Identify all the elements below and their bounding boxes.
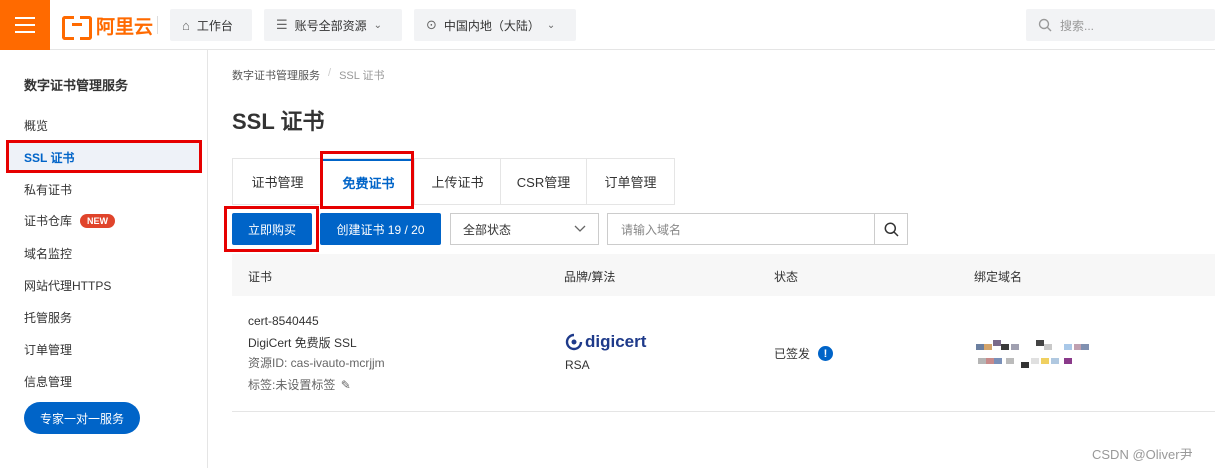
aliyun-logo-mark-icon — [62, 16, 92, 40]
sidebar-item-https-proxy[interactable]: 网站代理HTTPS — [24, 277, 111, 294]
domain-search-button[interactable] — [874, 213, 908, 245]
brand-name-label: digicert — [585, 332, 647, 351]
aliyun-logo[interactable]: 阿里云 — [62, 13, 154, 40]
bound-domain-redacted — [976, 340, 1091, 370]
chevron-down-icon — [574, 225, 586, 232]
sidebar-item-private-cert[interactable]: 私有证书 — [24, 181, 72, 198]
status-text: 已签发 — [774, 347, 811, 361]
workbench-button[interactable]: ⌂ 工作台 — [170, 9, 252, 41]
domain-search-input[interactable]: 请输入域名 — [607, 213, 875, 245]
resource-id: 资源ID: cas-ivauto-mcrjjm — [248, 356, 385, 370]
new-badge: NEW — [80, 213, 116, 228]
breadcrumb: 数字证书管理服务 / SSL 证书 — [232, 67, 385, 83]
search-icon — [1038, 18, 1052, 32]
cert-type: DigiCert 免费版 SSL — [248, 336, 357, 350]
workbench-label: 工作台 — [196, 18, 233, 33]
sidebar-item-overview[interactable]: 概览 — [24, 117, 48, 134]
tab-order-management[interactable]: 订单管理 — [586, 158, 675, 205]
status-filter-select[interactable]: 全部状态 — [450, 213, 599, 245]
menu-icon[interactable] — [0, 0, 50, 50]
chevron-down-icon: ⌄ — [373, 19, 383, 31]
table-row: cert-8540445 DigiCert 免费版 SSL 资源ID: cas-… — [232, 296, 1215, 412]
sidebar-item-label: 托管服务 — [24, 311, 73, 325]
sidebar: 数字证书管理服务 概览 SSL 证书 私有证书 证书仓库 NEW 域名监控 网站… — [0, 50, 208, 468]
cert-tags-label: 标签:未设置标签 — [248, 378, 336, 392]
sidebar-item-label: 订单管理 — [24, 343, 73, 357]
sidebar-item-label: 证书仓库 — [24, 214, 73, 228]
algorithm: RSA — [565, 358, 590, 372]
sidebar-item-label: 私有证书 — [24, 183, 73, 197]
resource-label: 账号全部资源 — [294, 18, 367, 33]
tab-upload-cert[interactable]: 上传证书 — [414, 158, 500, 205]
chevron-down-icon: ⌄ — [546, 19, 556, 31]
sidebar-item-info[interactable]: 信息管理 — [24, 373, 72, 390]
status-cell: 已签发 ! — [774, 345, 834, 362]
expert-service-button[interactable]: 专家一对一服务 — [24, 402, 140, 434]
region-label: 中国内地（大陆） — [443, 18, 540, 33]
table-header: 证书 品牌/算法 状态 绑定域名 — [232, 254, 1215, 296]
search-icon — [884, 222, 899, 237]
breadcrumb-root[interactable]: 数字证书管理服务 — [232, 67, 320, 83]
sidebar-item-label: 域名监控 — [24, 247, 73, 261]
global-search-input[interactable]: 搜索... — [1026, 9, 1215, 41]
sidebar-item-label: 网站代理HTTPS — [24, 279, 112, 293]
sidebar-item-orders[interactable]: 订单管理 — [24, 341, 72, 358]
sidebar-item-label: 信息管理 — [24, 375, 73, 389]
logo-divider — [157, 16, 158, 34]
domain-search-placeholder: 请输入域名 — [621, 222, 682, 237]
edit-icon[interactable]: ✎ — [341, 378, 351, 392]
tab-bar: 证书管理 免费证书 上传证书 CSR管理 订单管理 — [232, 158, 675, 205]
watermark: CSDN @Oliver尹 — [1092, 447, 1193, 462]
breadcrumb-separator: / — [328, 67, 332, 79]
resource-scope-select[interactable]: ☰ 账号全部资源 ⌄ — [264, 9, 402, 41]
sidebar-item-cert-repository[interactable]: 证书仓库 NEW — [24, 212, 116, 229]
cert-name[interactable]: cert-8540445 — [248, 314, 319, 328]
cert-tags[interactable]: 标签:未设置标签 ✎ — [248, 376, 351, 393]
column-header-cert: 证书 — [248, 270, 273, 284]
column-header-brand: 品牌/算法 — [564, 270, 616, 284]
digicert-logo: digicert — [565, 332, 646, 352]
region-select[interactable]: ⊙ 中国内地（大陆） ⌄ — [414, 9, 576, 41]
sidebar-item-label: 概览 — [24, 119, 49, 133]
home-icon: ⌂ — [182, 17, 190, 33]
breadcrumb-current: SSL 证书 — [339, 70, 385, 82]
status-filter-value: 全部状态 — [463, 222, 512, 237]
column-header-domain: 绑定域名 — [974, 270, 1023, 284]
sidebar-item-ssl-cert[interactable]: SSL 证书 — [24, 149, 74, 166]
info-icon[interactable]: ! — [818, 346, 834, 361]
sidebar-title: 数字证书管理服务 — [24, 78, 129, 93]
buy-now-button[interactable]: 立即购买 — [232, 213, 312, 245]
tab-csr-management[interactable]: CSR管理 — [500, 158, 586, 205]
brand-name: 阿里云 — [96, 16, 154, 38]
page-title: SSL 证书 — [232, 109, 325, 134]
global-search-placeholder: 搜索... — [1060, 18, 1095, 33]
list-icon: ☰ — [276, 17, 288, 32]
digicert-mark-icon — [565, 333, 583, 351]
top-bar: 阿里云 ⌂ 工作台 ☰ 账号全部资源 ⌄ ⊙ 中国内地（大陆） ⌄ 搜索... — [0, 0, 1215, 50]
sidebar-item-domain-monitor[interactable]: 域名监控 — [24, 245, 72, 262]
sidebar-item-label: SSL 证书 — [24, 151, 75, 165]
sidebar-item-hosting[interactable]: 托管服务 — [24, 309, 72, 326]
column-header-status: 状态 — [774, 270, 799, 284]
tab-free-cert[interactable]: 免费证书 — [322, 158, 414, 205]
tab-cert-management[interactable]: 证书管理 — [232, 158, 322, 205]
location-icon: ⊙ — [426, 17, 437, 32]
create-cert-button[interactable]: 创建证书 19 / 20 — [320, 213, 441, 245]
